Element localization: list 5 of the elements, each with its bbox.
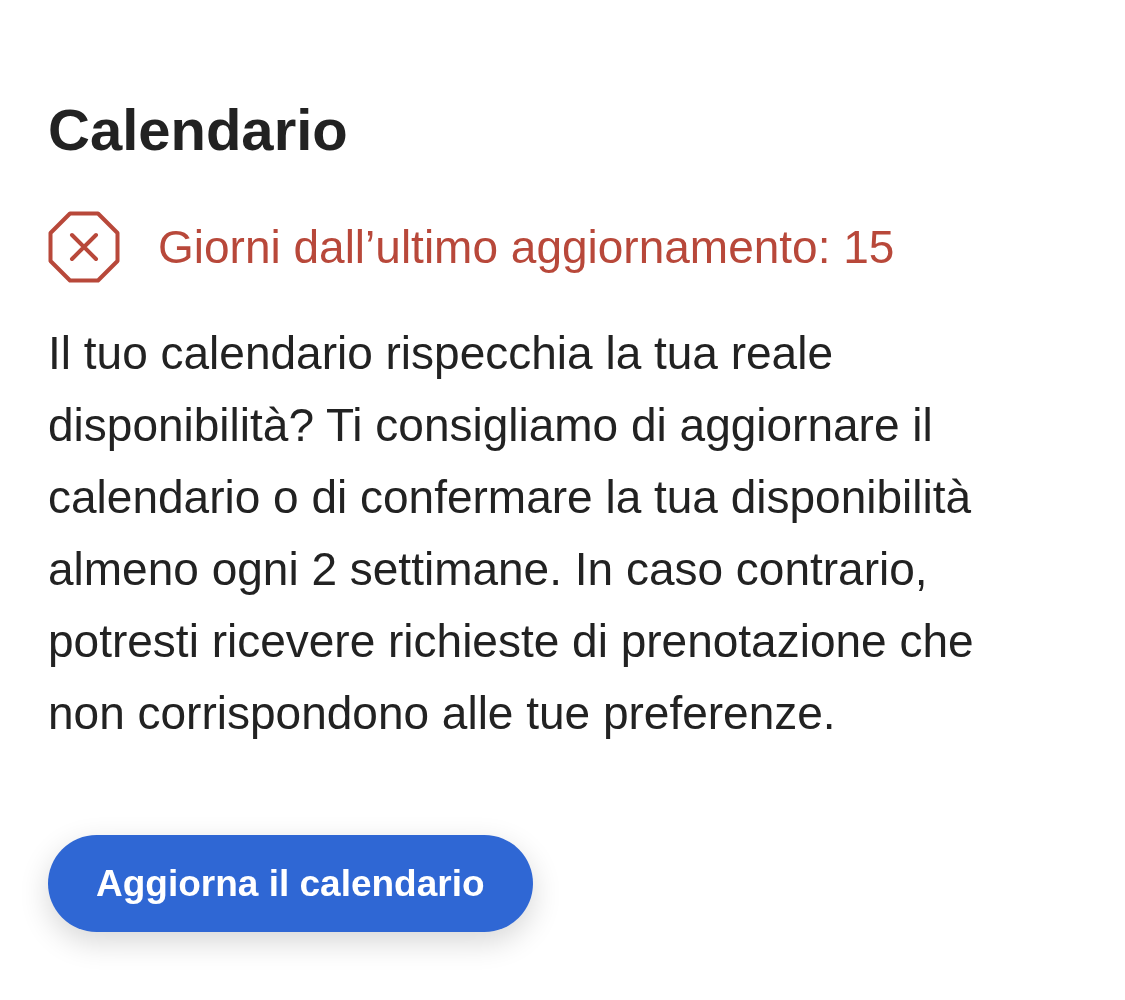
description-text: Il tuo calendario rispecchia la tua reale disponibilità? Ti consigliamo di aggiornare il calendario o di confermare la tua disponibilità almeno ogni 2 settimane. In caso contrario, potresti ricevere richieste di prenotazione che non corrispondono alle tue preferenze. bbox=[48, 326, 975, 741]
x-octagon-icon bbox=[48, 211, 120, 283]
page-title: Calendario bbox=[48, 96, 348, 164]
status-text: Giorni dall’ultimo aggiornamento: 15 bbox=[158, 220, 895, 275]
update-calendar-button[interactable]: Aggiorna il calendario bbox=[48, 835, 533, 932]
